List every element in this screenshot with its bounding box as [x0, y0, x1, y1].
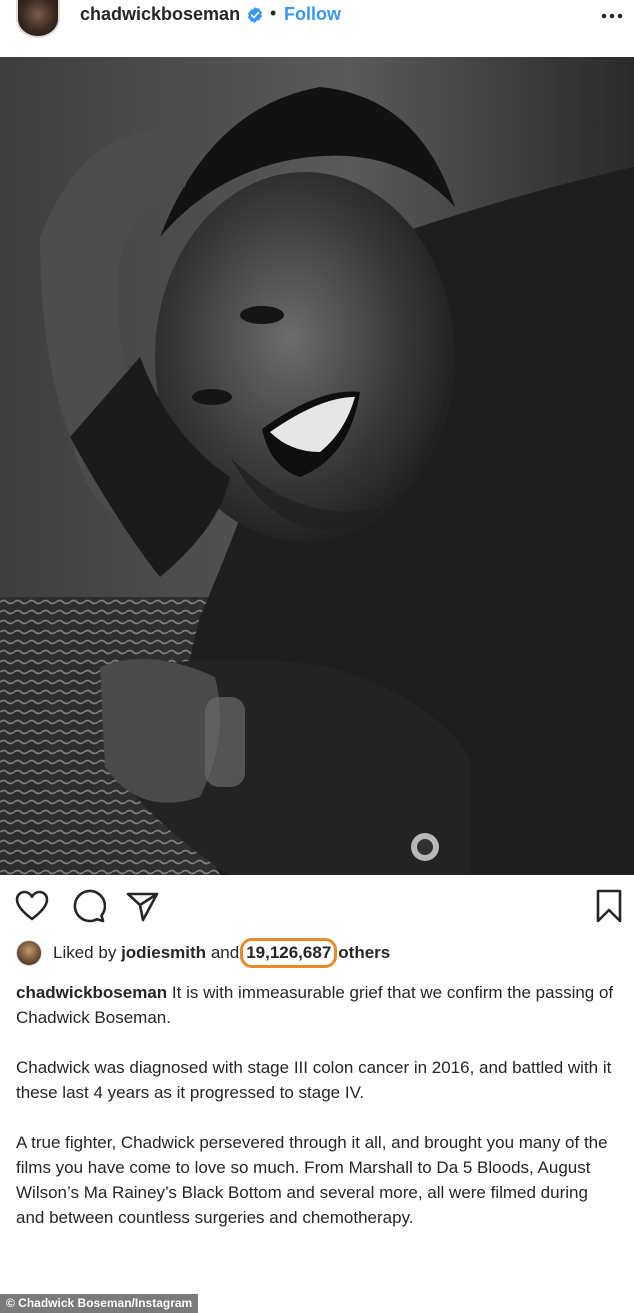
post-header: chadwickboseman • Follow	[0, 0, 634, 56]
bookmark-icon[interactable]	[591, 888, 627, 924]
post-caption: chadwickboseman It is with immeasurable …	[16, 980, 620, 1255]
comment-icon[interactable]	[70, 888, 106, 924]
likes-count[interactable]: 19,126,687	[246, 943, 331, 962]
more-options-icon[interactable]	[598, 2, 626, 26]
heart-icon[interactable]	[14, 888, 50, 924]
likes-row: Liked by jodiesmith and 19,126,687 others	[16, 938, 390, 968]
portrait-image	[0, 57, 634, 875]
liker-avatar[interactable]	[16, 940, 42, 966]
verified-icon	[247, 7, 263, 23]
caption-paragraph-3: A true fighter, Chadwick persevered thro…	[16, 1133, 608, 1227]
caption-username[interactable]: chadwickboseman	[16, 983, 167, 1002]
likes-conjunction: and	[210, 943, 240, 962]
likes-count-highlight: 19,126,687	[240, 938, 338, 968]
photo-credit: © Chadwick Boseman/Instagram	[0, 1294, 199, 1313]
likes-suffix[interactable]: others	[338, 943, 390, 963]
profile-avatar[interactable]	[16, 0, 60, 38]
post-photo	[0, 57, 634, 875]
separator-dot: •	[270, 3, 277, 23]
liker-username[interactable]: jodiesmith	[121, 943, 206, 963]
username-link[interactable]: chadwickboseman	[80, 4, 240, 25]
follow-button[interactable]: Follow	[284, 4, 341, 25]
likes-prefix: Liked by	[53, 943, 117, 962]
caption-paragraph-1: chadwickboseman It is with immeasurable …	[16, 980, 620, 1030]
share-icon[interactable]	[124, 888, 160, 924]
action-bar	[0, 888, 634, 932]
caption-paragraph-2: Chadwick was diagnosed with stage III co…	[16, 1058, 612, 1102]
